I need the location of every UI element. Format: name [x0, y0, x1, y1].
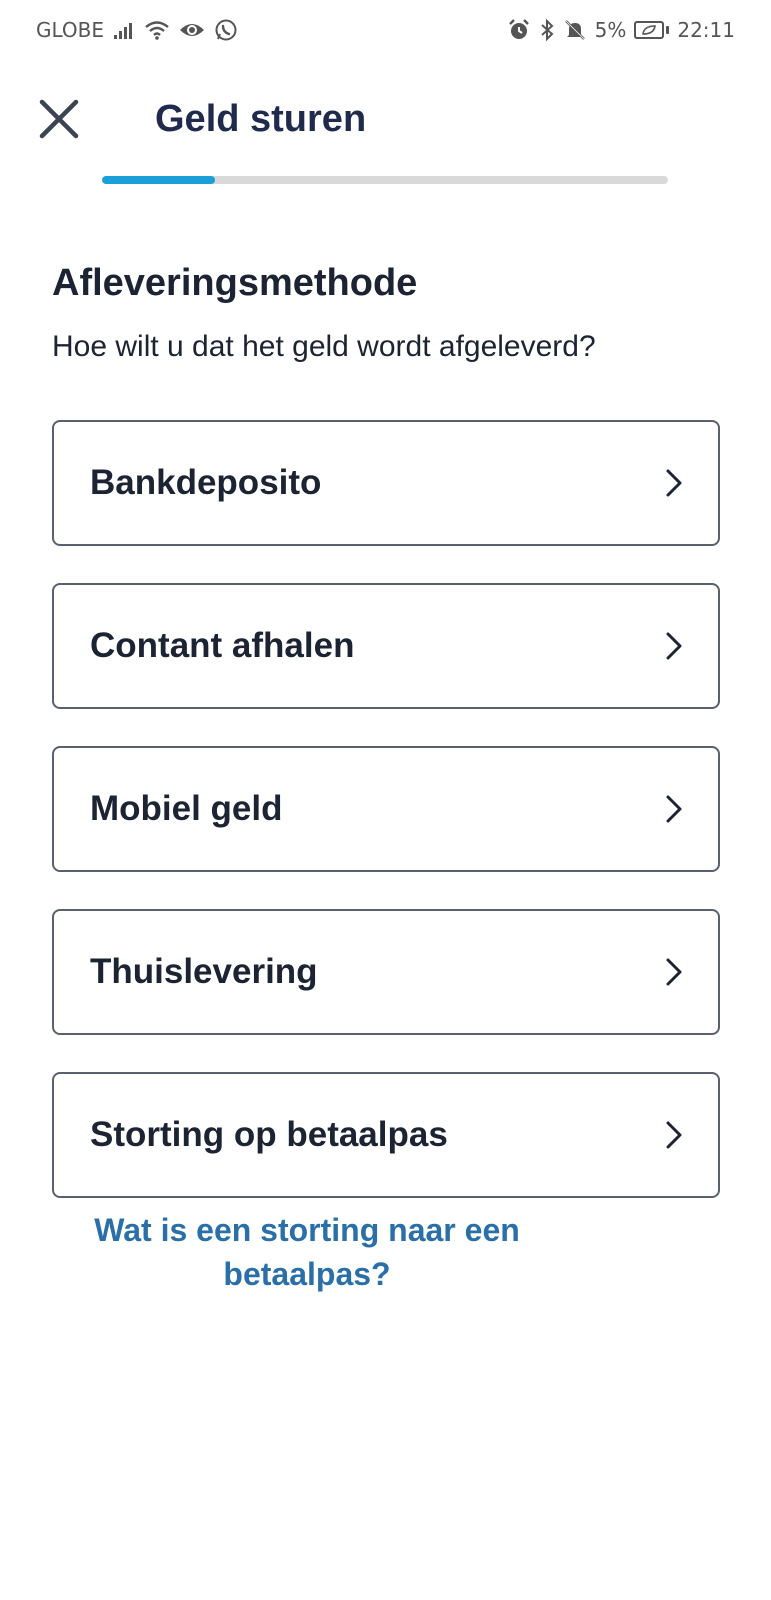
status-bar-right: 5% 22:11 — [507, 18, 735, 42]
carrier-name: GLOBE — [36, 18, 105, 42]
option-mobiel-geld[interactable]: Mobiel geld — [52, 746, 720, 872]
option-label: Bankdeposito — [90, 463, 322, 502]
chevron-right-icon — [664, 630, 684, 662]
eye-icon — [178, 20, 206, 40]
signal-icon — [112, 20, 136, 40]
progress-bar — [102, 176, 668, 184]
option-contant-afhalen[interactable]: Contant afhalen — [52, 583, 720, 709]
chevron-right-icon — [664, 467, 684, 499]
battery-icon — [634, 21, 670, 39]
mute-icon — [563, 18, 587, 42]
chevron-right-icon — [664, 1119, 684, 1151]
app-header: Geld sturen — [0, 90, 771, 150]
wifi-icon — [144, 19, 170, 41]
chevron-right-icon — [664, 793, 684, 825]
section-subtitle: Hoe wilt u dat het geld wordt afgeleverd… — [52, 330, 596, 363]
clock: 22:11 — [677, 18, 735, 42]
option-storting-op-betaalpas[interactable]: Storting op betaalpas — [52, 1072, 720, 1198]
status-bar-left: GLOBE — [36, 18, 238, 42]
option-label: Storting op betaalpas — [90, 1115, 448, 1154]
option-label: Contant afhalen — [90, 626, 355, 665]
chevron-right-icon — [664, 956, 684, 988]
alarm-icon — [507, 18, 531, 42]
page-title: Geld sturen — [155, 98, 367, 140]
bluetooth-icon — [539, 18, 555, 42]
option-bankdeposito[interactable]: Bankdeposito — [52, 420, 720, 546]
progress-fill — [102, 176, 216, 184]
delivery-method-list: Bankdeposito Contant afhalen Mobiel geld… — [52, 420, 720, 1235]
option-label: Thuislevering — [90, 952, 318, 991]
battery-percent: 5% — [594, 18, 627, 42]
whatsapp-icon — [214, 18, 238, 42]
close-icon — [39, 99, 79, 139]
option-label: Mobiel geld — [90, 789, 283, 828]
option-thuislevering[interactable]: Thuislevering — [52, 909, 720, 1035]
help-link-betaalpas[interactable]: Wat is een storting naar een betaalpas? — [52, 1208, 562, 1296]
close-button[interactable] — [36, 96, 82, 142]
status-bar: GLOBE 5% 22:11 — [0, 0, 771, 60]
section-title: Afleveringsmethode — [52, 262, 418, 304]
